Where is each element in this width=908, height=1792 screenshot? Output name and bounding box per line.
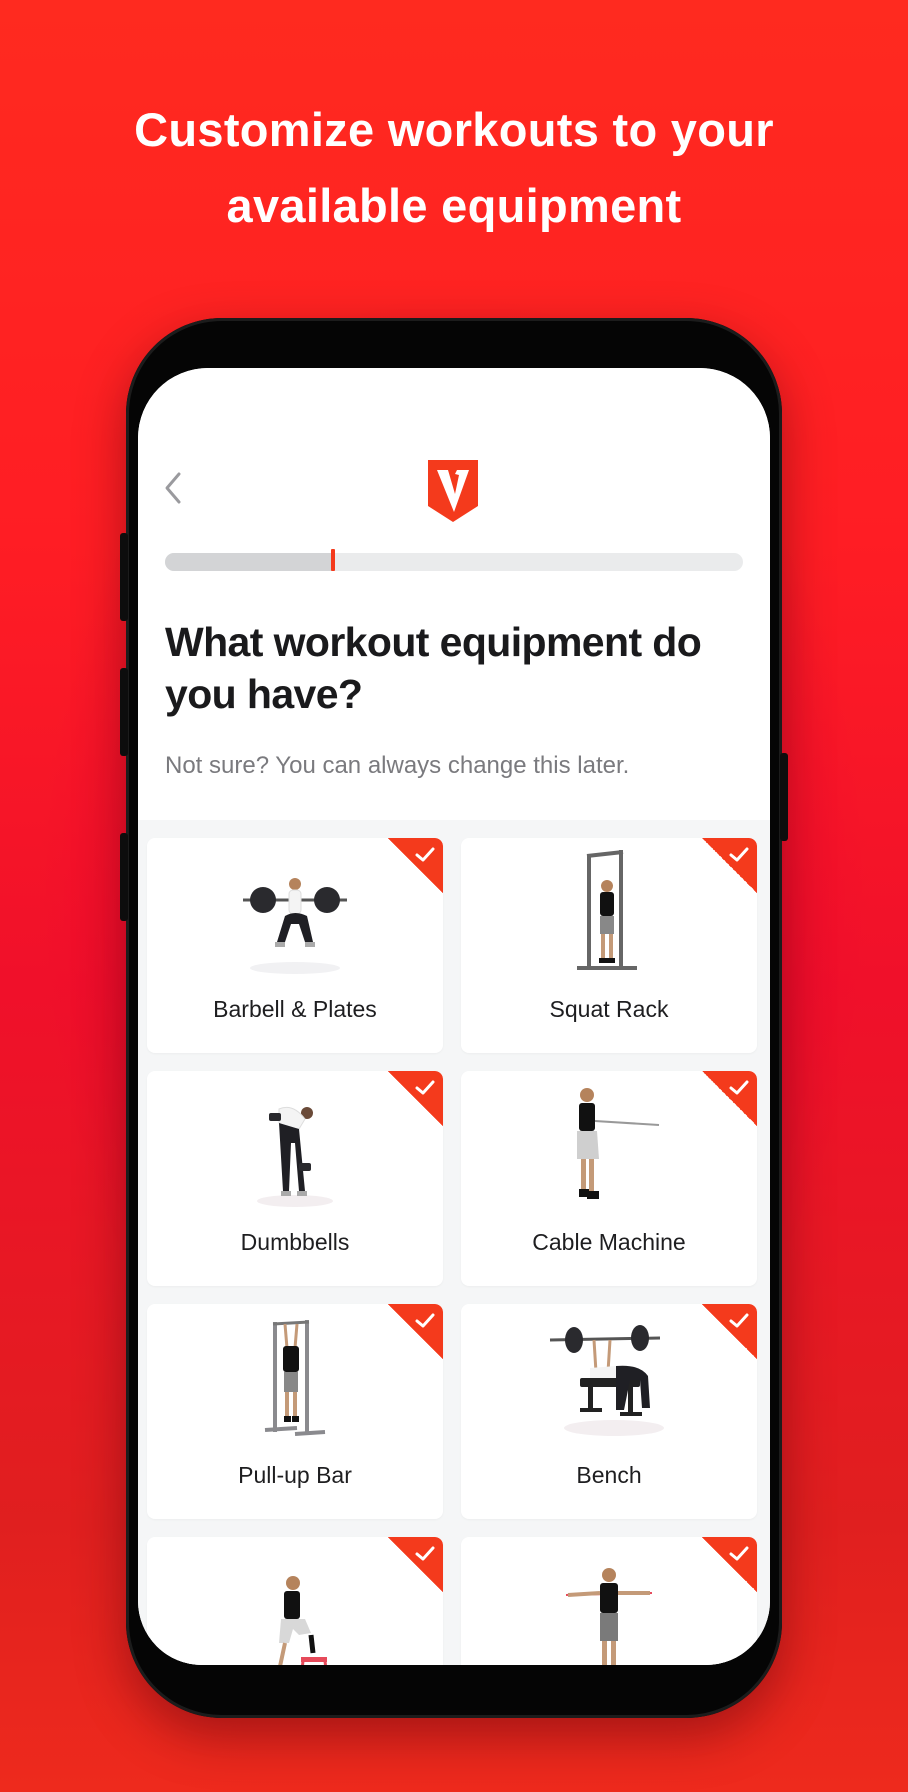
equipment-label: Cable Machine [532,1229,686,1255]
selected-indicator [702,1071,757,1126]
app-screen: What workout equipment do you have? Not … [138,368,770,1665]
equipment-card-bench[interactable]: Bench [461,1304,757,1519]
checkmark-icon [729,1080,749,1095]
progress-fill [165,553,333,571]
checkmark-icon [729,1546,749,1561]
phone-side-button [120,833,128,921]
back-button[interactable] [162,470,184,506]
phone-side-button [780,753,788,841]
checkmark-icon [415,1313,435,1328]
chevron-left-icon [165,472,181,504]
equipment-card-dumbbells[interactable]: Dumbbells [147,1071,443,1286]
headline-line-2: available equipment [226,179,682,232]
equipment-label: Pull-up Bar [238,1462,352,1488]
equipment-card-barbell[interactable]: Barbell & Plates [147,838,443,1053]
equipment-label: Squat Rack [549,996,669,1022]
page-title: What workout equipment do you have? [165,619,702,717]
checkmark-icon [415,1546,435,1561]
promo-headline: Customize workouts to your available equ… [0,92,908,244]
equipment-label: Barbell & Plates [213,996,377,1022]
selected-indicator [702,1537,757,1592]
equipment-card-resistance-bands[interactable] [461,1537,757,1665]
headline-line-1: Customize workouts to your [134,103,774,156]
equipment-card-cable-machine[interactable]: Cable Machine [461,1071,757,1286]
page-subtitle: Not sure? You can always change this lat… [165,752,630,779]
onboarding-header: What workout equipment do you have? Not … [138,368,770,820]
selected-indicator [702,838,757,893]
equipment-label: Bench [576,1462,642,1488]
onboarding-progress-bar [165,553,743,571]
equipment-label: Dumbbells [240,1229,350,1255]
equipment-card-squat-rack[interactable]: Squat Rack [461,838,757,1053]
selected-indicator [702,1304,757,1359]
checkmark-icon [415,847,435,862]
checkmark-icon [415,1080,435,1095]
selected-indicator [388,1537,443,1592]
brand-logo [428,460,478,522]
selected-indicator [388,1071,443,1126]
equipment-grid: Barbell & Plates Squat Rack Dumbbells Ca… [138,820,770,1665]
equipment-card-box[interactable] [147,1537,443,1665]
shield-v-logo-icon [428,460,478,522]
phone-side-button [120,668,128,756]
checkmark-icon [729,847,749,862]
selected-indicator [388,838,443,893]
equipment-card-pull-up-bar[interactable]: Pull-up Bar [147,1304,443,1519]
progress-marker [330,549,335,571]
checkmark-icon [729,1313,749,1328]
selected-indicator [388,1304,443,1359]
phone-side-button [120,533,128,621]
